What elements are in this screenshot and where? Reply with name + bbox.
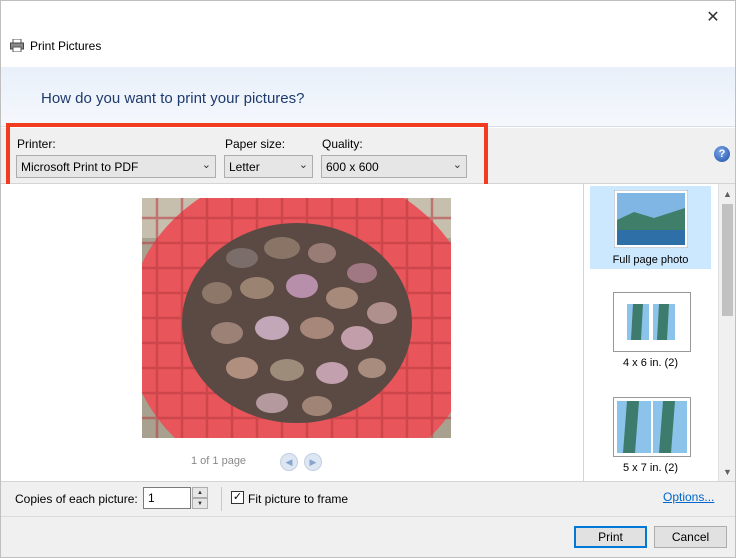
- layout-label: Full page photo: [612, 254, 689, 266]
- basket-photo-image: [142, 198, 451, 438]
- scroll-down-icon[interactable]: ▼: [719, 463, 736, 480]
- options-link[interactable]: Options...: [663, 490, 714, 504]
- previous-page-button[interactable]: ◀: [280, 453, 298, 471]
- cancel-button-label: Cancel: [671, 530, 710, 544]
- fit-picture-label: Fit picture to frame: [248, 492, 349, 506]
- layout-item-4x6[interactable]: 4 x 6 in. (2): [590, 290, 711, 373]
- 5x7-thumbnail-icon: [613, 397, 691, 457]
- printer-icon: [10, 39, 24, 52]
- title-bar: ✕ Print Pictures: [1, 1, 735, 67]
- layout-label: 4 x 6 in. (2): [622, 357, 679, 369]
- cancel-button[interactable]: Cancel: [654, 526, 727, 548]
- window-title: Print Pictures: [30, 39, 102, 53]
- copies-label: Copies of each picture:: [15, 492, 138, 506]
- arrow-right-icon: ▶: [309, 456, 317, 467]
- options-highlight-box: [6, 123, 488, 188]
- layout-list: Full page photo 4 x 6 in. (2) 5 x 7 in. …: [585, 184, 718, 481]
- close-icon: ✕: [706, 9, 720, 26]
- print-button[interactable]: Print: [574, 526, 647, 548]
- print-button-label: Print: [598, 530, 623, 544]
- photo-preview: [142, 198, 451, 438]
- divider: [221, 487, 222, 511]
- 4x6-thumbnail-icon: [613, 292, 691, 352]
- page-title: How do you want to print your pictures?: [41, 90, 305, 107]
- copies-value: 1: [148, 491, 155, 505]
- scroll-thumb[interactable]: [722, 204, 733, 316]
- layout-item-full-page[interactable]: Full page photo: [590, 186, 711, 269]
- spin-down-icon[interactable]: ▼: [192, 498, 208, 509]
- help-glyph: ?: [718, 148, 726, 160]
- layout-label: 5 x 7 in. (2): [622, 462, 679, 474]
- print-pictures-dialog: ✕ Print Pictures How do you want to prin…: [0, 0, 736, 558]
- next-page-button[interactable]: ▶: [304, 453, 322, 471]
- page-count-text: 1 of 1 page: [191, 455, 247, 467]
- close-button[interactable]: ✕: [699, 5, 727, 29]
- layout-item-5x7[interactable]: 5 x 7 in. (2): [590, 396, 711, 479]
- spin-up-icon[interactable]: ▲: [192, 487, 208, 498]
- fit-picture-checkbox[interactable]: ✓: [231, 491, 244, 504]
- full-page-thumbnail-icon: [614, 190, 688, 248]
- help-icon[interactable]: ?: [714, 146, 730, 162]
- scroll-up-icon[interactable]: ▲: [719, 185, 736, 202]
- copies-input[interactable]: 1: [143, 487, 191, 509]
- layout-scrollbar[interactable]: ▲ ▼: [718, 184, 735, 481]
- checkmark-icon: ✓: [232, 491, 243, 503]
- arrow-left-icon: ◀: [285, 456, 293, 467]
